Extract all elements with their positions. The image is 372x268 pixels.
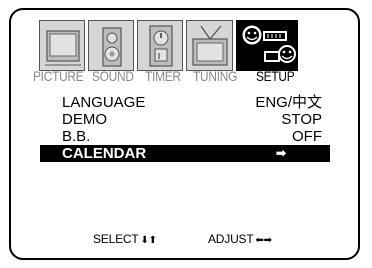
right-arrow-icon: ➡ bbox=[275, 146, 286, 160]
tab-setup[interactable] bbox=[236, 20, 298, 71]
speaker-icon bbox=[102, 27, 122, 67]
menu-row-demo[interactable]: DEMO STOP bbox=[40, 111, 330, 128]
tab-sound[interactable] bbox=[88, 20, 134, 71]
monitor-icon bbox=[45, 30, 81, 66]
tab-label-tuning: TUNING bbox=[193, 68, 238, 84]
left-right-arrows-icon: ⬅➡ bbox=[255, 235, 272, 246]
menu-value: ENG/中文 bbox=[255, 94, 322, 111]
menu-value: STOP bbox=[281, 111, 322, 128]
tab-label-picture: PICTURE bbox=[33, 68, 84, 84]
timer-icon bbox=[149, 25, 173, 67]
up-down-arrows-icon: ⬇⬆ bbox=[140, 235, 157, 246]
tab-label-sound: SOUND bbox=[92, 68, 134, 84]
tab-label-setup: SETUP bbox=[256, 68, 295, 84]
select-label: SELECT bbox=[93, 232, 139, 246]
menu-row-calendar[interactable]: CALENDAR ➡ bbox=[40, 145, 330, 162]
menu-label: CALENDAR bbox=[62, 145, 147, 162]
menu-row-language[interactable]: LANGUAGE ENG/中文 bbox=[40, 94, 330, 111]
adjust-label: ADJUST bbox=[208, 232, 254, 246]
menu-value: OFF bbox=[292, 128, 322, 145]
setup-faces-icon bbox=[242, 25, 296, 63]
tab-picture[interactable] bbox=[39, 20, 85, 71]
menu-row-bb[interactable]: B.B. OFF bbox=[40, 128, 330, 145]
menu-label: B.B. bbox=[62, 128, 91, 145]
menu-label: LANGUAGE bbox=[62, 94, 146, 111]
tab-tuning[interactable] bbox=[186, 20, 233, 71]
antenna-tv-icon bbox=[192, 25, 228, 66]
adjust-hint: ADJUST ⬅➡ bbox=[208, 232, 272, 246]
tab-timer[interactable] bbox=[137, 20, 183, 71]
select-hint: SELECT ⬇⬆ bbox=[93, 232, 157, 246]
menu-label: DEMO bbox=[62, 111, 107, 128]
tab-label-timer: TIMER bbox=[145, 68, 181, 84]
